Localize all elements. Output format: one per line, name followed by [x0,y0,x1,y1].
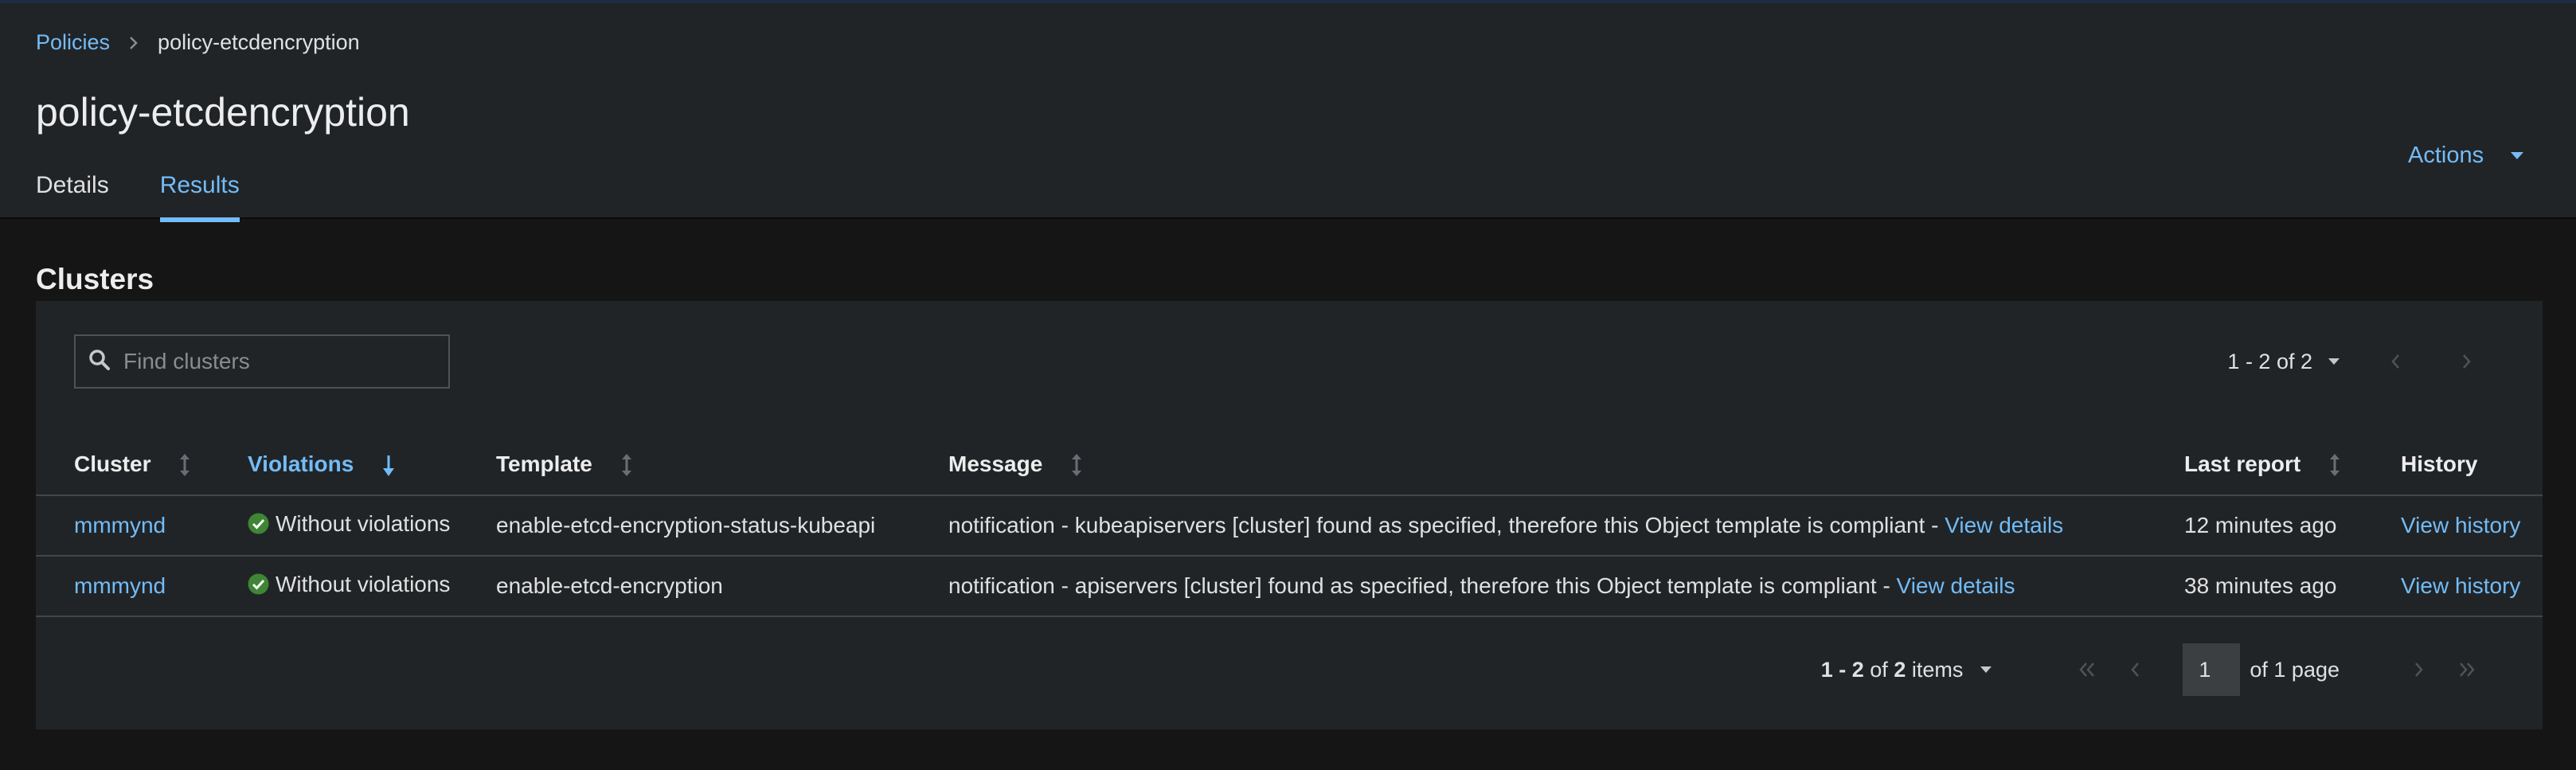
view-history-link[interactable]: View history [2401,573,2520,598]
tab-list: Details Results [36,172,291,222]
angle-double-left-icon[interactable] [2071,654,2103,686]
tab-details[interactable]: Details [36,172,109,222]
column-history: History [2363,434,2543,496]
per-page-toggle[interactable]: 1 - 2 of 2 [2227,350,2340,374]
view-details-link[interactable]: View details [1897,573,2015,598]
message-text: notification - kubeapiservers [cluster] … [948,513,1945,537]
view-history-link[interactable]: View history [2401,513,2520,537]
violations-label: Without violations [276,510,451,536]
page-header: Policies policy-etcdencryption policy-et… [0,3,2576,222]
caret-down-icon [2328,358,2340,365]
search-input[interactable] [123,349,442,374]
sort-down-icon [382,455,395,477]
chevron-right-icon [110,36,158,50]
angle-left-icon[interactable] [2119,654,2151,686]
status-badge: Without violations [248,572,450,597]
angle-right-icon[interactable] [2403,654,2435,686]
column-cluster[interactable]: Cluster [36,434,209,496]
last-report: 12 minutes ago [2184,513,2337,537]
column-template[interactable]: Template [458,434,910,496]
search-icon [88,349,111,375]
cluster-link[interactable]: mmmynd [74,573,166,598]
check-circle-icon [248,573,269,595]
sort-icon [1071,453,1082,477]
template-name: enable-etcd-encryption-status-kubeapi [496,513,876,537]
sort-icon [179,453,190,477]
clusters-card: 1 - 2 of 2 Cluster Violations [36,301,2543,729]
table-row: mmmynd Without violations enable-etcd-en… [36,556,2543,617]
pagination-bottom: 1 - 2 of 2 items of 1 page [1821,643,2483,696]
view-details-link[interactable]: View details [1945,513,2063,537]
breadcrumb-policies-link[interactable]: Policies [36,30,110,55]
pagination-range: 1 - 2 of 2 [2227,349,2312,373]
search-box[interactable] [74,334,450,389]
actions-dropdown[interactable]: Actions [2408,143,2524,169]
breadcrumb-current: policy-etcdencryption [158,30,360,54]
clusters-table: Cluster Violations Template Message Last… [36,434,2543,617]
page-number-input[interactable] [2183,643,2241,696]
sort-icon [621,453,632,477]
column-last-report[interactable]: Last report [2146,434,2363,496]
per-page-toggle[interactable]: 1 - 2 of 2 items [1821,658,1992,682]
items-range: 1 - 2 [1820,657,1864,682]
page-count-label: of 1 page [2250,657,2340,682]
items-label: items [1911,657,1964,682]
table-row: mmmynd Without violations enable-etcd-en… [36,495,2543,557]
angle-double-right-icon[interactable] [2451,654,2483,686]
message-text: notification - apiservers [cluster] foun… [948,573,1897,598]
template-name: enable-etcd-encryption [496,573,723,598]
actions-label: Actions [2408,143,2484,168]
items-of-label: of [1870,657,1888,682]
items-total: 2 [1894,657,1906,682]
status-badge: Without violations [248,511,450,537]
caret-down-icon [2511,151,2524,160]
tab-results[interactable]: Results [159,172,240,222]
table-header-row: Cluster Violations Template Message Last… [36,434,2543,496]
last-report: 38 minutes ago [2184,573,2337,598]
column-message[interactable]: Message [910,434,2146,496]
sort-icon [2329,453,2340,477]
violations-label: Without violations [276,571,451,596]
angle-right-icon[interactable] [2451,346,2483,377]
breadcrumb: Policies policy-etcdencryption [36,30,360,55]
check-circle-icon [248,513,269,534]
angle-left-icon[interactable] [2379,346,2411,377]
cluster-link[interactable]: mmmynd [74,513,166,537]
caret-down-icon [1980,666,1992,674]
column-violations[interactable]: Violations [209,434,458,496]
page-title: policy-etcdencryption [36,90,410,135]
pagination-top: 1 - 2 of 2 [2227,346,2483,377]
section-title: Clusters [36,263,154,295]
